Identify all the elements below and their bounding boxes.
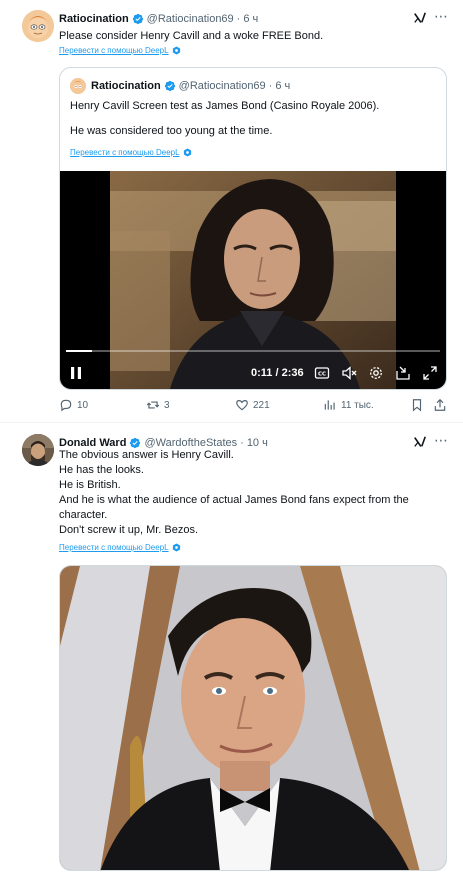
retweet-count: 3 xyxy=(164,399,170,411)
more-icon[interactable]: ⋯ xyxy=(434,9,448,25)
reply-count: 10 xyxy=(77,399,89,411)
video-progress-fill xyxy=(66,350,93,352)
tweet-header: Ratiocination @Ratiocination69 · 6 ч xyxy=(59,12,258,26)
deepl-icon xyxy=(172,46,180,55)
quote-text-line: Henry Cavill Screen test as James Bond (… xyxy=(70,100,380,112)
translate-link[interactable]: Перевести с помощью DeepL xyxy=(59,46,181,55)
tweet-text-line: character. xyxy=(59,509,108,521)
bookmark-icon xyxy=(412,399,422,412)
reply-icon xyxy=(60,399,72,412)
video-frame[interactable] xyxy=(110,171,396,389)
retweet-button[interactable]: 3 xyxy=(146,398,170,412)
share-button[interactable] xyxy=(433,398,451,412)
quote-time[interactable]: 6 ч xyxy=(275,79,290,93)
separator-dot: · xyxy=(268,80,273,92)
svg-text:CC: CC xyxy=(318,372,326,378)
video-player[interactable]: 0:11 / 2:36 CC xyxy=(60,171,446,389)
tweet-text-line: He is British. xyxy=(59,479,121,491)
translate-label[interactable]: Перевести с помощью DeepL xyxy=(59,46,169,55)
translate-link[interactable]: Перевести с помощью DeepL xyxy=(59,543,181,552)
avatar[interactable] xyxy=(22,434,54,466)
tweet-actions: 10 3 221 11 тыс. xyxy=(59,398,449,414)
tweet[interactable]: Donald Ward @WardoftheStates · 10 ч ⋯ Th… xyxy=(0,424,463,876)
pip-icon[interactable] xyxy=(395,365,411,381)
deepl-icon xyxy=(183,148,191,157)
quote-author-handle[interactable]: @Ratiocination69 xyxy=(179,79,266,93)
captions-icon[interactable]: CC xyxy=(314,365,330,381)
tweet[interactable]: Ratiocination @Ratiocination69 · 6 ч ⋯ P… xyxy=(0,0,463,423)
tweet-photo[interactable] xyxy=(59,565,447,871)
views-icon xyxy=(324,400,335,410)
grok-icon[interactable] xyxy=(413,11,427,25)
like-button[interactable]: 221 xyxy=(235,398,270,412)
tweet-text-line: The obvious answer is Henry Cavill. xyxy=(59,449,234,461)
quote-text-line: He was considered too young at the time. xyxy=(70,125,273,137)
verified-badge-icon xyxy=(132,13,143,25)
tweet-text: The obvious answer is Henry Cavill. He h… xyxy=(59,448,447,538)
like-icon xyxy=(236,400,248,411)
bookmark-button[interactable] xyxy=(410,398,428,412)
like-count: 221 xyxy=(253,399,270,411)
separator-dot: · xyxy=(236,13,241,25)
tweet-time[interactable]: 6 ч xyxy=(243,12,258,26)
author-handle[interactable]: @Ratiocination69 xyxy=(147,12,234,26)
quoted-tweet[interactable]: Ratiocination @Ratiocination69 · 6 ч Hen… xyxy=(59,67,447,390)
quote-avatar[interactable] xyxy=(70,78,86,94)
pause-icon[interactable] xyxy=(68,365,84,381)
tweet-text-line: Don't screw it up, Mr. Bezos. xyxy=(59,524,199,536)
deepl-icon xyxy=(172,543,180,552)
tweet-text-line: And he is what the audience of actual Ja… xyxy=(59,494,409,506)
video-time-display: 0:11 / 2:36 xyxy=(251,367,304,379)
views-count: 11 тыс. xyxy=(341,399,374,411)
fullscreen-icon[interactable] xyxy=(422,365,438,381)
photo-image[interactable] xyxy=(60,566,447,871)
avatar[interactable] xyxy=(22,10,54,42)
mute-icon[interactable] xyxy=(341,365,357,381)
tweet-text: Please consider Henry Cavill and a woke … xyxy=(59,30,324,42)
verified-badge-icon xyxy=(164,80,175,92)
author-name[interactable]: Ratiocination xyxy=(59,12,129,26)
quote-text: Henry Cavill Screen test as James Bond (… xyxy=(70,99,440,139)
translate-label[interactable]: Перевести с помощью DeepL xyxy=(59,543,169,552)
tweet-text-line: He has the looks. xyxy=(59,464,144,476)
reply-button[interactable]: 10 xyxy=(59,398,88,412)
quote-header: Ratiocination @Ratiocination69 · 6 ч xyxy=(91,79,290,93)
video-progress-bar[interactable] xyxy=(66,350,440,352)
quote-author-name[interactable]: Ratiocination xyxy=(91,79,161,93)
translate-label[interactable]: Перевести с помощью DeepL xyxy=(70,148,180,157)
share-icon xyxy=(434,398,446,411)
grok-icon[interactable] xyxy=(413,435,427,449)
retweet-icon xyxy=(146,401,160,409)
views-button[interactable]: 11 тыс. xyxy=(323,398,374,412)
quote-text-spacer xyxy=(70,114,440,124)
settings-icon[interactable] xyxy=(368,365,384,381)
translate-link[interactable]: Перевести с помощью DeepL xyxy=(70,148,192,157)
tweet-divider xyxy=(0,422,463,423)
more-icon[interactable]: ⋯ xyxy=(434,433,448,449)
